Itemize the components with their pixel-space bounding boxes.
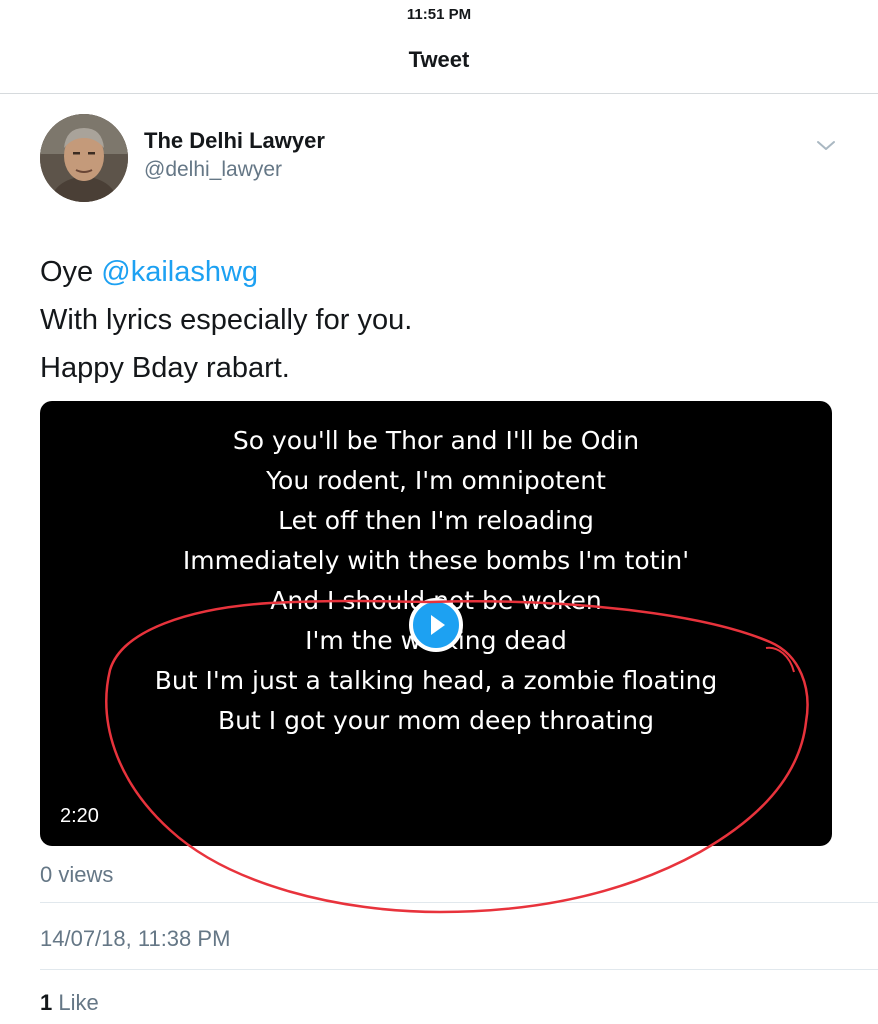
page-title: Tweet: [408, 47, 470, 72]
tweet-line-2: With lyrics especially for you.: [40, 304, 413, 336]
likes-link[interactable]: 1 Like: [40, 990, 99, 1016]
header-divider: [0, 93, 878, 94]
lyric-line: You rodent, I'm omnipotent: [266, 466, 606, 495]
likes-count: 1: [40, 990, 53, 1015]
chevron-down-icon[interactable]: [814, 134, 838, 158]
divider: [40, 969, 878, 970]
tweet-line-1-text: Oye: [40, 256, 102, 288]
view-count: 0 views: [40, 862, 114, 887]
likes-label: Like: [58, 990, 99, 1015]
video-duration: 2:20: [60, 805, 99, 827]
video-lyrics: So you'll be Thor and I'll be Odin You r…: [40, 421, 832, 741]
lyric-line: Immediately with these bombs I'm totin': [182, 546, 690, 575]
mention-link[interactable]: @kailashwg: [101, 256, 258, 288]
tweet-line-3: Happy Bday rabart.: [40, 352, 290, 384]
play-icon: [431, 615, 445, 635]
avatar[interactable]: [40, 114, 128, 202]
play-button[interactable]: [409, 598, 463, 652]
status-bar-time: 11:51 PM: [406, 6, 472, 23]
lyric-line: But I'm just a talking head, a zombie fl…: [154, 666, 718, 695]
lyric-line: But I got your mom deep throating: [218, 706, 654, 735]
lyric-line: Let off then I'm reloading: [278, 506, 594, 535]
author-username[interactable]: @delhi_lawyer: [144, 158, 282, 182]
avatar-portrait: [40, 114, 128, 202]
tweet-line-1: Oye @kailashwg: [40, 248, 412, 296]
author-display-name[interactable]: The Delhi Lawyer: [144, 128, 325, 154]
divider: [40, 902, 878, 903]
video-player[interactable]: So you'll be Thor and I'll be Odin You r…: [40, 401, 832, 846]
lyric-line: So you'll be Thor and I'll be Odin: [232, 426, 640, 455]
tweet-text: Oye @kailashwg With lyrics especially fo…: [40, 248, 412, 392]
tweet-timestamp: 14/07/18, 11:38 PM: [40, 926, 231, 951]
